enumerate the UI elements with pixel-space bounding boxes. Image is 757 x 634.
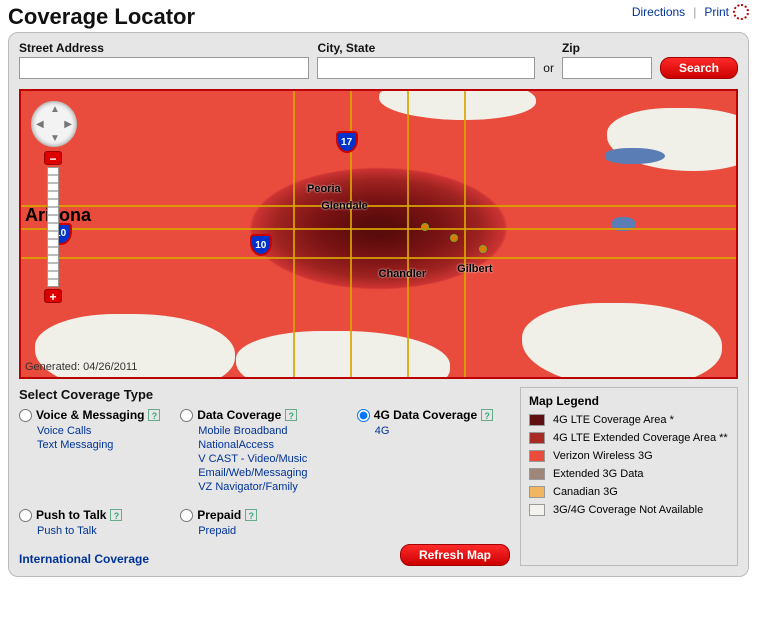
road: [21, 228, 736, 230]
map-legend: Map Legend 4G LTE Coverage Area * 4G LTE …: [520, 387, 738, 566]
pan-west-icon[interactable]: ◀: [36, 119, 44, 130]
sublink[interactable]: NationalAccess: [198, 438, 349, 452]
legend-label: Extended 3G Data: [553, 468, 644, 480]
zoom-out-button[interactable]: −: [44, 151, 62, 165]
sublink[interactable]: V CAST - Video/Music: [198, 452, 349, 466]
city-label: Gilbert: [457, 263, 492, 275]
pan-control[interactable]: ▲ ▼ ◀ ▶: [31, 101, 77, 147]
city-label: City, State: [317, 41, 535, 55]
print-link[interactable]: Print: [704, 5, 729, 19]
legend-row: Extended 3G Data: [529, 468, 729, 480]
help-icon[interactable]: ?: [245, 509, 257, 521]
legend-swatch-icon: [529, 486, 545, 498]
loading-spinner-icon: [733, 4, 749, 20]
page-title: Coverage Locator: [8, 4, 195, 30]
street-input[interactable]: [19, 57, 309, 79]
main-panel: Street Address City, State or Zip Search: [8, 32, 749, 577]
voice-label: Voice & Messaging: [36, 408, 144, 422]
zoom-control: − +: [43, 151, 63, 303]
city-label: Chandler: [379, 268, 427, 280]
road: [293, 91, 295, 377]
sublink[interactable]: Push to Talk: [37, 524, 172, 538]
radio-voice[interactable]: [19, 409, 32, 422]
generated-label: Generated: 04/26/2011: [25, 361, 137, 373]
coverage-type-heading: Select Coverage Type: [19, 387, 510, 402]
or-label: or: [543, 61, 554, 79]
road: [464, 91, 466, 377]
sublink[interactable]: Prepaid: [198, 524, 349, 538]
ptt-label: Push to Talk: [36, 508, 106, 522]
pan-east-icon[interactable]: ▶: [64, 119, 72, 130]
sublink[interactable]: VZ Navigator/Family: [198, 480, 349, 494]
legend-row: 4G LTE Extended Coverage Area **: [529, 432, 729, 444]
search-row: Street Address City, State or Zip Search: [19, 41, 738, 79]
legend-row: Verizon Wireless 3G: [529, 450, 729, 462]
coverage-option-voice: Voice & Messaging ? Voice Calls Text Mes…: [19, 408, 172, 494]
city-label: Glendale: [321, 200, 367, 212]
zoom-slider[interactable]: [47, 167, 59, 287]
road: [21, 205, 736, 207]
legend-heading: Map Legend: [529, 394, 729, 408]
help-icon[interactable]: ?: [110, 509, 122, 521]
legend-label: Verizon Wireless 3G: [553, 450, 653, 462]
fourg-label: 4G Data Coverage: [374, 408, 477, 422]
pan-north-icon[interactable]: ▲: [50, 104, 60, 115]
road: [21, 257, 736, 259]
coverage-option-prepaid: Prepaid ? Prepaid: [180, 508, 349, 538]
data-label: Data Coverage: [197, 408, 281, 422]
help-icon[interactable]: ?: [481, 409, 493, 421]
radio-ptt[interactable]: [19, 509, 32, 522]
coverage-type-section: Select Coverage Type Voice & Messaging ?…: [19, 387, 510, 566]
sublink[interactable]: 4G: [375, 424, 510, 438]
refresh-map-button[interactable]: Refresh Map: [400, 544, 510, 566]
street-label: Street Address: [19, 41, 309, 55]
prepaid-label: Prepaid: [197, 508, 241, 522]
city-input[interactable]: [317, 57, 535, 79]
legend-row: 3G/4G Coverage Not Available: [529, 504, 729, 516]
help-icon[interactable]: ?: [148, 409, 160, 421]
international-coverage-link[interactable]: International Coverage: [19, 552, 149, 566]
legend-label: 4G LTE Coverage Area *: [553, 414, 674, 426]
help-icon[interactable]: ?: [285, 409, 297, 421]
legend-swatch-icon: [529, 450, 545, 462]
zip-input[interactable]: [562, 57, 652, 79]
coverage-option-4g: 4G Data Coverage ? 4G: [357, 408, 510, 494]
zoom-in-button[interactable]: +: [44, 289, 62, 303]
top-links: Directions | Print: [632, 4, 749, 20]
pan-south-icon[interactable]: ▼: [50, 133, 60, 144]
sublink[interactable]: Text Messaging: [37, 438, 172, 452]
radio-data[interactable]: [180, 409, 193, 422]
legend-row: Canadian 3G: [529, 486, 729, 498]
lake-icon: [605, 148, 665, 164]
link-separator: |: [693, 5, 696, 19]
radio-prepaid[interactable]: [180, 509, 193, 522]
legend-label: Canadian 3G: [553, 486, 618, 498]
search-button[interactable]: Search: [660, 57, 738, 79]
legend-swatch-icon: [529, 504, 545, 516]
coverage-map[interactable]: 17 10 10 Peoria Glendale Chandler Gilber…: [19, 89, 738, 379]
city-dot-icon: [421, 223, 429, 231]
directions-link[interactable]: Directions: [632, 5, 685, 19]
coverage-option-data: Data Coverage ? Mobile Broadband Nationa…: [180, 408, 349, 494]
city-label: Peoria: [307, 183, 341, 195]
sublink[interactable]: Mobile Broadband: [198, 424, 349, 438]
legend-swatch-icon: [529, 414, 545, 426]
coverage-option-ptt: Push to Talk ? Push to Talk: [19, 508, 172, 538]
legend-swatch-icon: [529, 432, 545, 444]
legend-swatch-icon: [529, 468, 545, 480]
legend-label: 3G/4G Coverage Not Available: [553, 504, 703, 516]
legend-label: 4G LTE Extended Coverage Area **: [553, 432, 728, 444]
zip-label: Zip: [562, 41, 652, 55]
sublink[interactable]: Email/Web/Messaging: [198, 466, 349, 480]
sublink[interactable]: Voice Calls: [37, 424, 172, 438]
road: [407, 91, 409, 377]
city-dot-icon: [450, 234, 458, 242]
radio-4g[interactable]: [357, 409, 370, 422]
legend-row: 4G LTE Coverage Area *: [529, 414, 729, 426]
